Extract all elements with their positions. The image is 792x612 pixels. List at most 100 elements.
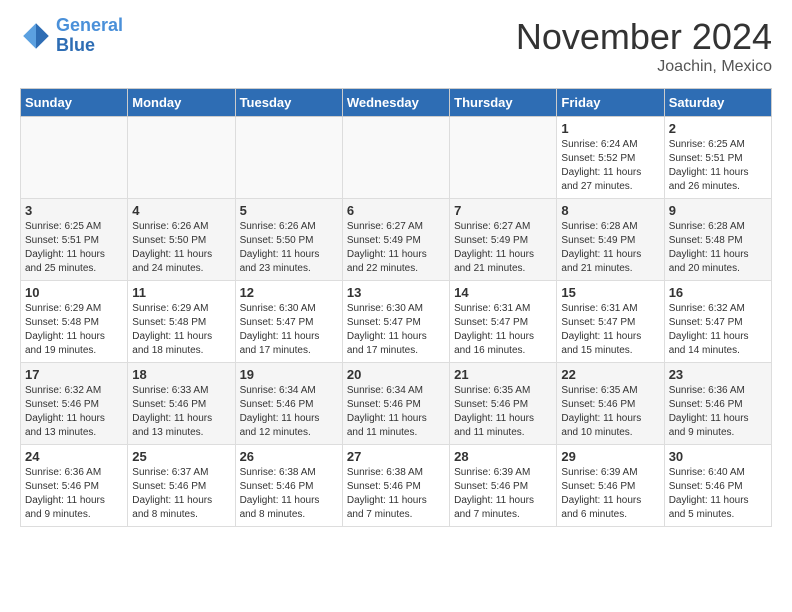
header-cell-monday: Monday: [128, 89, 235, 117]
calendar-cell: 30 Sunrise: 6:40 AM Sunset: 5:46 PM Dayli…: [664, 445, 771, 527]
day-info: Sunrise: 6:34 AM Sunset: 5:46 PM Dayligh…: [347, 384, 445, 440]
day-info: Sunrise: 6:26 AM Sunset: 5:50 PM Dayligh…: [240, 220, 338, 276]
day-number: 7: [454, 203, 552, 218]
day-number: 24: [25, 449, 123, 464]
calendar-cell: 11 Sunrise: 6:29 AM Sunset: 5:48 PM Dayli…: [128, 281, 235, 363]
day-number: 19: [240, 367, 338, 382]
day-info: Sunrise: 6:35 AM Sunset: 5:46 PM Dayligh…: [561, 384, 659, 440]
day-number: 22: [561, 367, 659, 382]
logo-icon: [20, 20, 52, 52]
calendar-cell: 6 Sunrise: 6:27 AM Sunset: 5:49 PM Daylig…: [342, 199, 449, 281]
day-info: Sunrise: 6:28 AM Sunset: 5:48 PM Dayligh…: [669, 220, 767, 276]
calendar-cell: 10Sunrise: 6:29 AM Sunset: 5:48 PM Dayli…: [21, 281, 128, 363]
day-info: Sunrise: 6:30 AM Sunset: 5:47 PM Dayligh…: [347, 302, 445, 358]
calendar-cell: 8Sunrise: 6:28 AM Sunset: 5:49 PM Daylig…: [557, 199, 664, 281]
header-cell-sunday: Sunday: [21, 89, 128, 117]
header-row: SundayMondayTuesdayWednesdayThursdayFrid…: [21, 89, 772, 117]
calendar-header: SundayMondayTuesdayWednesdayThursdayFrid…: [21, 89, 772, 117]
day-info: Sunrise: 6:29 AM Sunset: 5:48 PM Dayligh…: [132, 302, 230, 358]
calendar-cell: 13 Sunrise: 6:30 AM Sunset: 5:47 PM Dayli…: [342, 281, 449, 363]
day-number: 4: [132, 203, 230, 218]
calendar-cell: 26 Sunrise: 6:38 AM Sunset: 5:46 PM Dayli…: [235, 445, 342, 527]
day-number: 30: [669, 449, 767, 464]
calendar-cell: 7 Sunrise: 6:27 AM Sunset: 5:49 PM Daylig…: [450, 199, 557, 281]
day-number: 8: [561, 203, 659, 218]
calendar-cell: [128, 117, 235, 199]
calendar-cell: [450, 117, 557, 199]
day-info: Sunrise: 6:36 AM Sunset: 5:46 PM Dayligh…: [669, 384, 767, 440]
day-number: 1: [561, 121, 659, 136]
calendar-cell: 14 Sunrise: 6:31 AM Sunset: 5:47 PM Dayli…: [450, 281, 557, 363]
calendar-cell: [21, 117, 128, 199]
calendar-cell: 20 Sunrise: 6:34 AM Sunset: 5:46 PM Dayli…: [342, 363, 449, 445]
day-info: Sunrise: 6:34 AM Sunset: 5:46 PM Dayligh…: [240, 384, 338, 440]
day-number: 2: [669, 121, 767, 136]
day-info: Sunrise: 6:38 AM Sunset: 5:46 PM Dayligh…: [240, 466, 338, 522]
calendar-cell: 9 Sunrise: 6:28 AM Sunset: 5:48 PM Daylig…: [664, 199, 771, 281]
day-number: 13: [347, 285, 445, 300]
calendar-cell: 27Sunrise: 6:38 AM Sunset: 5:46 PM Dayli…: [342, 445, 449, 527]
day-number: 29: [561, 449, 659, 464]
logo-text: General Blue: [56, 16, 123, 56]
calendar-cell: 1 Sunrise: 6:24 AM Sunset: 5:52 PM Daylig…: [557, 117, 664, 199]
calendar-cell: 12Sunrise: 6:30 AM Sunset: 5:47 PM Dayli…: [235, 281, 342, 363]
header-cell-wednesday: Wednesday: [342, 89, 449, 117]
day-number: 23: [669, 367, 767, 382]
calendar-cell: 16Sunrise: 6:32 AM Sunset: 5:47 PM Dayli…: [664, 281, 771, 363]
calendar-cell: 5Sunrise: 6:26 AM Sunset: 5:50 PM Daylig…: [235, 199, 342, 281]
day-info: Sunrise: 6:27 AM Sunset: 5:49 PM Dayligh…: [347, 220, 445, 276]
day-info: Sunrise: 6:33 AM Sunset: 5:46 PM Dayligh…: [132, 384, 230, 440]
calendar-cell: 24 Sunrise: 6:36 AM Sunset: 5:46 PM Dayli…: [21, 445, 128, 527]
calendar-week-5: 24 Sunrise: 6:36 AM Sunset: 5:46 PM Dayli…: [21, 445, 772, 527]
day-number: 15: [561, 285, 659, 300]
month-title: November 2024: [516, 16, 772, 58]
calendar-cell: 29 Sunrise: 6:39 AM Sunset: 5:46 PM Dayli…: [557, 445, 664, 527]
title-block: November 2024 Joachin, Mexico: [516, 16, 772, 76]
calendar-week-2: 3Sunrise: 6:25 AM Sunset: 5:51 PM Daylig…: [21, 199, 772, 281]
calendar-cell: 25Sunrise: 6:37 AM Sunset: 5:46 PM Dayli…: [128, 445, 235, 527]
day-number: 17: [25, 367, 123, 382]
calendar-cell: [235, 117, 342, 199]
day-info: Sunrise: 6:40 AM Sunset: 5:46 PM Dayligh…: [669, 466, 767, 522]
day-number: 12: [240, 285, 338, 300]
day-info: Sunrise: 6:32 AM Sunset: 5:46 PM Dayligh…: [25, 384, 123, 440]
day-number: 14: [454, 285, 552, 300]
day-number: 28: [454, 449, 552, 464]
day-number: 11: [132, 285, 230, 300]
day-info: Sunrise: 6:32 AM Sunset: 5:47 PM Dayligh…: [669, 302, 767, 358]
day-info: Sunrise: 6:31 AM Sunset: 5:47 PM Dayligh…: [454, 302, 552, 358]
calendar-week-4: 17 Sunrise: 6:32 AM Sunset: 5:46 PM Dayli…: [21, 363, 772, 445]
day-number: 21: [454, 367, 552, 382]
calendar-cell: 18 Sunrise: 6:33 AM Sunset: 5:46 PM Dayli…: [128, 363, 235, 445]
header-cell-friday: Friday: [557, 89, 664, 117]
day-info: Sunrise: 6:36 AM Sunset: 5:46 PM Dayligh…: [25, 466, 123, 522]
day-number: 26: [240, 449, 338, 464]
logo: General Blue: [20, 16, 123, 56]
calendar-cell: 22 Sunrise: 6:35 AM Sunset: 5:46 PM Dayli…: [557, 363, 664, 445]
day-info: Sunrise: 6:27 AM Sunset: 5:49 PM Dayligh…: [454, 220, 552, 276]
calendar-cell: 15 Sunrise: 6:31 AM Sunset: 5:47 PM Dayli…: [557, 281, 664, 363]
day-number: 10: [25, 285, 123, 300]
calendar-cell: [342, 117, 449, 199]
calendar-cell: 21Sunrise: 6:35 AM Sunset: 5:46 PM Dayli…: [450, 363, 557, 445]
day-number: 6: [347, 203, 445, 218]
day-info: Sunrise: 6:24 AM Sunset: 5:52 PM Dayligh…: [561, 138, 659, 194]
day-number: 20: [347, 367, 445, 382]
calendar-cell: 4 Sunrise: 6:26 AM Sunset: 5:50 PM Daylig…: [128, 199, 235, 281]
header-cell-tuesday: Tuesday: [235, 89, 342, 117]
header-cell-thursday: Thursday: [450, 89, 557, 117]
calendar-table: SundayMondayTuesdayWednesdayThursdayFrid…: [20, 88, 772, 527]
calendar-cell: 2Sunrise: 6:25 AM Sunset: 5:51 PM Daylig…: [664, 117, 771, 199]
day-number: 25: [132, 449, 230, 464]
day-number: 27: [347, 449, 445, 464]
day-info: Sunrise: 6:31 AM Sunset: 5:47 PM Dayligh…: [561, 302, 659, 358]
day-info: Sunrise: 6:25 AM Sunset: 5:51 PM Dayligh…: [25, 220, 123, 276]
calendar-cell: 19 Sunrise: 6:34 AM Sunset: 5:46 PM Dayli…: [235, 363, 342, 445]
day-info: Sunrise: 6:39 AM Sunset: 5:46 PM Dayligh…: [561, 466, 659, 522]
day-number: 9: [669, 203, 767, 218]
calendar-week-3: 10 Sunrise: 6:29 AM Sunset: 5:48 PM Dayli…: [21, 281, 772, 363]
day-number: 18: [132, 367, 230, 382]
day-info: Sunrise: 6:26 AM Sunset: 5:50 PM Dayligh…: [132, 220, 230, 276]
logo-line2: Blue: [56, 35, 95, 55]
calendar-cell: 3Sunrise: 6:25 AM Sunset: 5:51 PM Daylig…: [21, 199, 128, 281]
